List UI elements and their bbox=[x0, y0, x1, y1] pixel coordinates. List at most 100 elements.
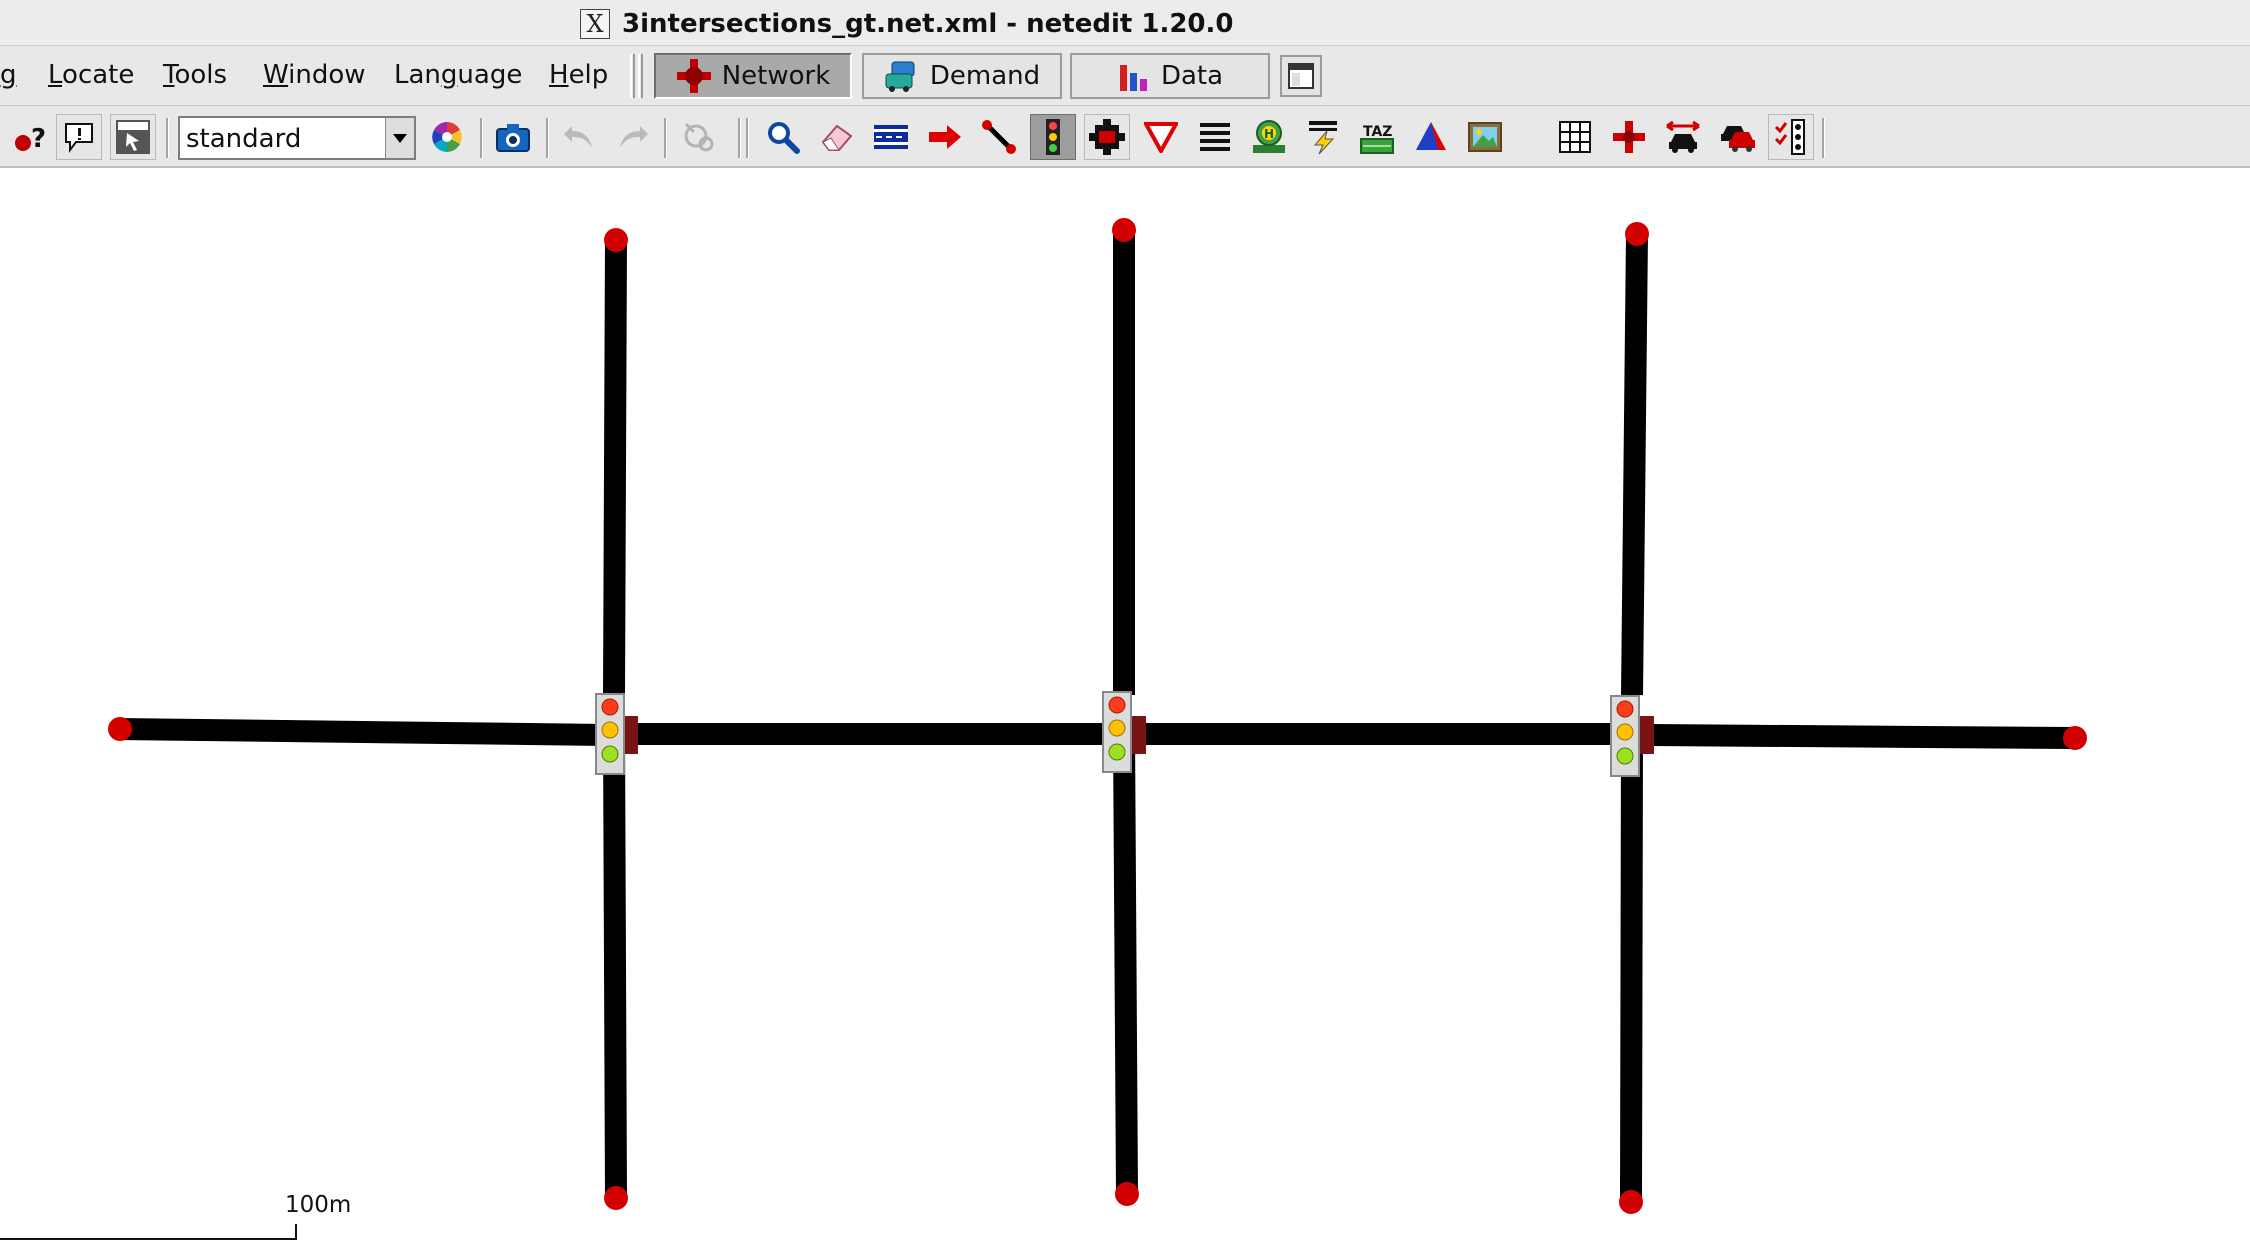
toolbar-grip[interactable] bbox=[738, 118, 741, 158]
spread-car-icon bbox=[1666, 120, 1700, 153]
network-mode-button[interactable]: Network bbox=[654, 53, 852, 99]
toolbar-separator bbox=[166, 118, 169, 158]
camera-icon bbox=[496, 124, 530, 152]
color-scheme-select[interactable]: standard bbox=[178, 116, 416, 160]
network-drawing bbox=[0, 218, 2087, 1240]
traffic-light-1[interactable] bbox=[595, 693, 625, 775]
demand-mode-button[interactable]: Demand bbox=[862, 53, 1062, 99]
endpoint-node-west[interactable] bbox=[108, 717, 132, 741]
move-mode-button[interactable] bbox=[922, 114, 968, 160]
message-button[interactable] bbox=[56, 114, 102, 160]
crossing-mode-button[interactable] bbox=[1192, 114, 1238, 160]
window-button[interactable] bbox=[1280, 55, 1322, 97]
road-east[interactable] bbox=[1643, 724, 2076, 749]
toggle-junction-shape-button[interactable] bbox=[1606, 114, 1652, 160]
endpoint-node-south-1[interactable] bbox=[604, 1186, 628, 1210]
toggle-tls-states-button[interactable] bbox=[1768, 114, 1814, 160]
endpoint-node-north-1[interactable] bbox=[604, 228, 628, 252]
menu-item-help[interactable]: Help bbox=[549, 60, 608, 90]
chevron-down-icon[interactable] bbox=[385, 118, 414, 158]
road-north-3[interactable] bbox=[1621, 233, 1648, 696]
toolbar-grip[interactable] bbox=[746, 118, 749, 158]
endpoint-node-south-3[interactable] bbox=[1619, 1190, 1643, 1214]
polygon-icon bbox=[1416, 122, 1446, 150]
svg-text:?: ? bbox=[31, 124, 46, 154]
junction-cross-icon bbox=[1613, 121, 1645, 153]
road-south-1[interactable] bbox=[603, 732, 627, 1199]
toggle-grid-button[interactable] bbox=[1552, 114, 1598, 160]
menu-button[interactable] bbox=[110, 114, 156, 160]
menu-bar: g Locate Tools Window Language Help Netw… bbox=[0, 46, 2250, 106]
toggle-spread-lanes-button[interactable] bbox=[1660, 114, 1706, 160]
menu-item-locate[interactable]: Locate bbox=[48, 60, 134, 90]
data-mode-label: Data bbox=[1160, 61, 1224, 91]
additional-mode-button[interactable]: H bbox=[1246, 114, 1292, 160]
decal-mode-button[interactable] bbox=[1462, 114, 1508, 160]
endpoint-node-south-2[interactable] bbox=[1115, 1182, 1139, 1206]
menu-item-language[interactable]: Language bbox=[394, 60, 522, 90]
speech-bubble-icon bbox=[65, 123, 93, 153]
eraser-icon bbox=[821, 124, 853, 151]
question-arrow-icon: ? bbox=[15, 124, 46, 154]
create-edge-button[interactable] bbox=[976, 114, 1022, 160]
menu-item-processing[interactable]: g bbox=[0, 60, 17, 90]
traffic-light-2[interactable] bbox=[1102, 691, 1132, 773]
cars-icon bbox=[1721, 126, 1755, 152]
compute-junctions-button[interactable] bbox=[676, 114, 722, 160]
endpoint-node-north-2[interactable] bbox=[1112, 218, 1136, 242]
lightning-icon bbox=[1309, 121, 1337, 155]
svg-text:TAZ: TAZ bbox=[1363, 124, 1392, 140]
crossing-icon bbox=[1200, 123, 1230, 151]
edge-icon bbox=[982, 120, 1016, 154]
select-lane-icon bbox=[874, 125, 908, 149]
menu-icon bbox=[116, 120, 150, 154]
traffic-light-3[interactable] bbox=[1610, 695, 1640, 777]
svg-text:H: H bbox=[1264, 127, 1274, 141]
toolbar-separator bbox=[480, 118, 483, 158]
help-button[interactable]: ? bbox=[6, 114, 52, 160]
x-window-icon: X bbox=[580, 9, 610, 39]
undo-button[interactable] bbox=[556, 114, 602, 160]
toolbar-grip[interactable] bbox=[638, 54, 643, 98]
inspect-mode-button[interactable] bbox=[760, 114, 806, 160]
endpoint-node-east[interactable] bbox=[2063, 726, 2087, 750]
demand-mode-label: Demand bbox=[929, 61, 1041, 91]
shape-mode-button[interactable] bbox=[1408, 114, 1454, 160]
menu-item-tools[interactable]: Tools bbox=[163, 60, 227, 90]
road-north-1[interactable] bbox=[603, 239, 627, 696]
connection-mode-button[interactable] bbox=[1084, 114, 1130, 160]
taz-mode-button[interactable]: TAZ bbox=[1354, 114, 1400, 160]
checklist-traffic-light-icon bbox=[1774, 119, 1805, 155]
network-mode-label: Network bbox=[721, 61, 831, 91]
toolbar-separator bbox=[546, 118, 549, 158]
data-mode-icon bbox=[1119, 65, 1147, 91]
toolbar-grip[interactable] bbox=[630, 54, 635, 98]
delete-mode-button[interactable] bbox=[814, 114, 860, 160]
road-south-3[interactable] bbox=[1620, 732, 1643, 1203]
road-south-2[interactable] bbox=[1113, 732, 1138, 1195]
traffic-light-mode-button[interactable] bbox=[1030, 114, 1076, 160]
select-mode-button[interactable] bbox=[868, 114, 914, 160]
color-wheel-icon bbox=[432, 122, 462, 152]
menu-item-window[interactable]: Window bbox=[263, 60, 366, 90]
network-canvas[interactable] bbox=[0, 168, 2250, 1252]
prohibition-mode-button[interactable] bbox=[1138, 114, 1184, 160]
toolbar: ? standard H TAZ bbox=[0, 106, 2250, 168]
road-west[interactable] bbox=[119, 718, 607, 746]
network-mode-icon bbox=[676, 59, 711, 93]
color-scheme-value: standard bbox=[186, 124, 302, 154]
data-mode-button[interactable]: Data bbox=[1070, 53, 1270, 99]
toggle-vehicle-view-button[interactable] bbox=[1714, 114, 1760, 160]
arrow-right-icon bbox=[929, 125, 961, 149]
endpoint-node-north-3[interactable] bbox=[1625, 222, 1649, 246]
yield-sign-icon bbox=[1144, 122, 1178, 153]
edit-coloring-button[interactable] bbox=[424, 114, 470, 160]
redo-button[interactable] bbox=[610, 114, 656, 160]
magnifier-icon bbox=[768, 122, 800, 154]
screenshot-button[interactable] bbox=[490, 114, 536, 160]
compute-icon bbox=[684, 122, 714, 152]
taz-icon: TAZ bbox=[1360, 124, 1394, 154]
scale-label: 100m bbox=[285, 1192, 352, 1218]
scale-bar bbox=[0, 1224, 297, 1240]
wire-mode-button[interactable] bbox=[1300, 114, 1346, 160]
